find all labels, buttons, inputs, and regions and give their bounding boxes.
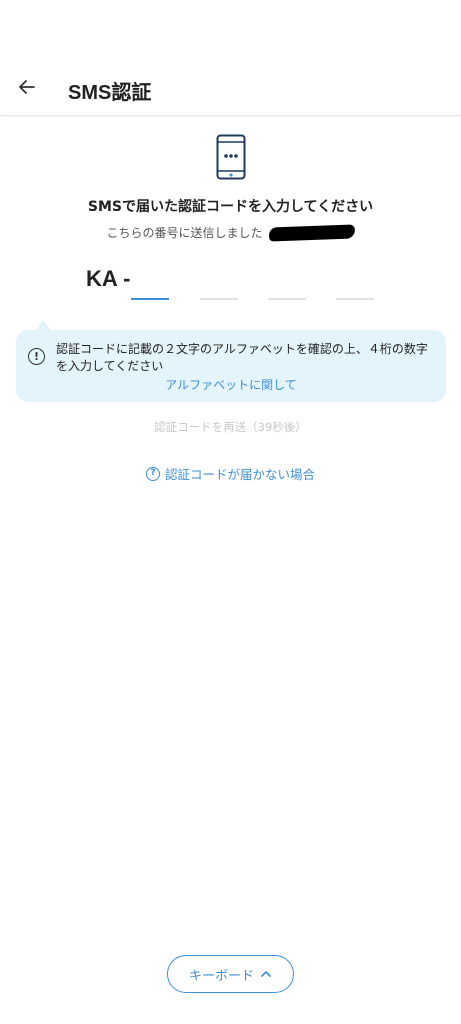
sent-to-label: こちらの番号に送信しました bbox=[106, 226, 263, 240]
alphabet-info-link[interactable]: アルファベットに関して bbox=[16, 376, 446, 393]
question-circle-icon: ? bbox=[145, 466, 160, 481]
code-digit-1-input[interactable] bbox=[131, 266, 169, 298]
page-title: SMS認証 bbox=[68, 82, 152, 104]
instruction-title: SMSで届いた認証コードを入力してください bbox=[87, 199, 374, 215]
code-digit-3-input[interactable] bbox=[268, 266, 306, 298]
code-not-received-label: 認証コードが届かない場合 bbox=[164, 467, 315, 482]
keyboard-button-label: キーボード bbox=[188, 968, 254, 984]
sms-auth-screen: SMS認証 SMSで届いた認証コードを入力してください こちらの番号に送信しまし… bbox=[0, 0, 461, 1024]
code-not-received-link[interactable]: ? 認証コードが届かない場合 bbox=[0, 464, 461, 483]
info-icon: ! bbox=[28, 348, 45, 365]
smartphone-dots-icon bbox=[216, 134, 246, 180]
info-box: ! 認証コードに記載の２文字のアルファベットを確認の上、４桁の数字を入力してくだ… bbox=[16, 330, 446, 402]
code-prefix: KA - bbox=[86, 266, 131, 291]
resend-code-button[interactable]: 認証コードを再送（39秒後） bbox=[0, 419, 461, 435]
code-digit-2-input[interactable] bbox=[200, 266, 238, 298]
code-digit-4-underline bbox=[336, 298, 374, 300]
sent-to-row: こちらの番号に送信しました bbox=[0, 224, 461, 241]
code-digit-3-underline bbox=[268, 298, 306, 300]
info-text: 認証コードに記載の２文字のアルファベットを確認の上、４桁の数字を入力してください bbox=[56, 342, 428, 373]
keyboard-button[interactable]: キーボード bbox=[167, 955, 294, 993]
code-digit-4-input[interactable] bbox=[336, 266, 374, 298]
app-header: SMS認証 bbox=[0, 0, 461, 116]
arrow-left-icon bbox=[19, 80, 35, 94]
chevron-up-icon bbox=[261, 971, 271, 977]
back-button[interactable] bbox=[12, 72, 42, 102]
redacted-phone-number bbox=[268, 224, 355, 241]
code-digit-2-underline bbox=[200, 298, 238, 300]
code-digit-1-underline bbox=[131, 298, 169, 300]
